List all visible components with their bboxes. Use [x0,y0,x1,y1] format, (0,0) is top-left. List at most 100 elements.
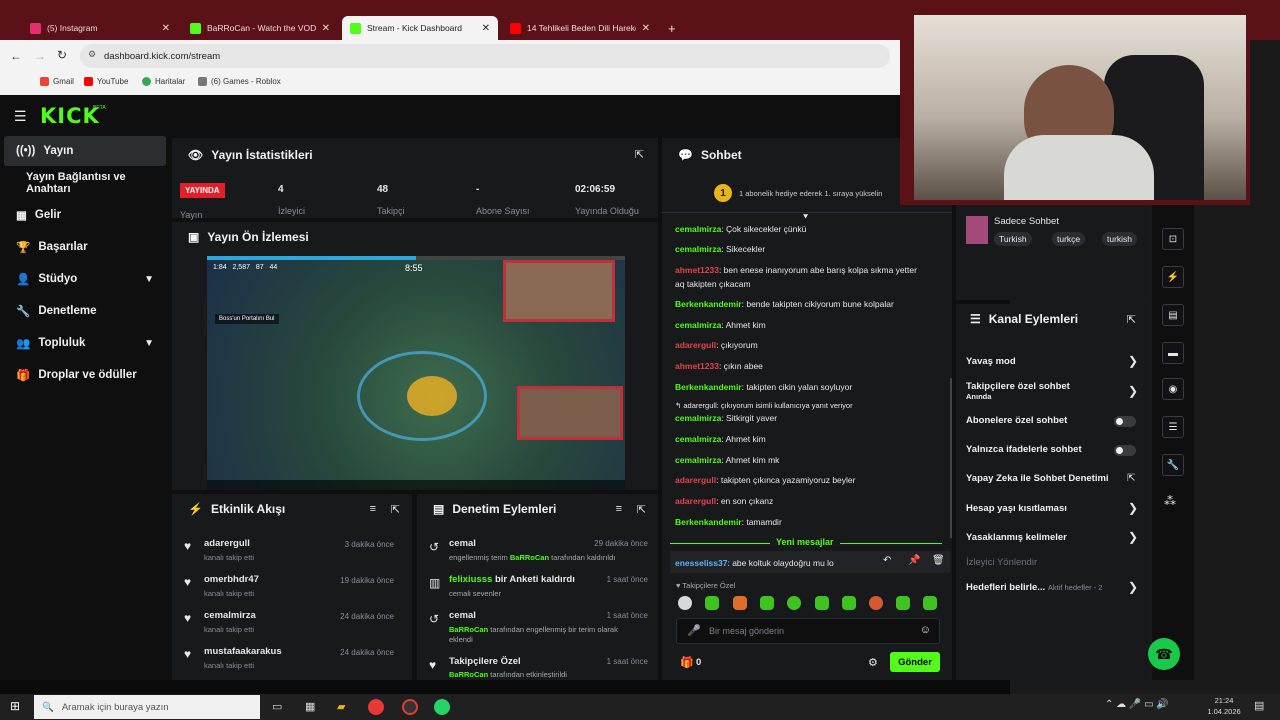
feed-user[interactable]: cemalmirza [204,610,256,621]
popout-icon[interactable]: ⇱ [635,148,644,161]
feed-user[interactable]: mustafaakarakus [204,646,282,657]
tag-chip[interactable]: Turkish [994,232,1032,246]
chat-user[interactable]: Berkenkandemir [675,382,742,392]
emote-icon[interactable] [705,596,719,610]
new-tab-button[interactable]: + [660,16,680,40]
emote-icon[interactable] [815,596,829,610]
chat-user[interactable]: Berkenkandemir [675,299,742,309]
filter-icon[interactable]: ≡ [370,503,376,515]
tag-chip[interactable]: turkish [1102,232,1138,246]
popout-icon[interactable]: ⇱ [391,503,400,516]
apps-icon[interactable]: ⁂ [1164,494,1176,508]
emote-icon[interactable] [896,596,910,610]
chat-scrollbar[interactable] [950,378,952,538]
bookmark-youtube[interactable]: YouTube [84,77,128,86]
chevron-right-icon[interactable]: ❯ [1128,354,1138,368]
bookmark-roblox[interactable]: (6) Games - Roblox [198,77,281,86]
sidebar-item-denetleme[interactable]: 🔧 Denetleme [4,296,166,326]
emote-icon[interactable] [787,596,801,610]
bookmark-maps[interactable]: Haritalar [142,77,185,86]
windows-start-icon[interactable]: ⊞ [10,699,20,713]
chat-user[interactable]: cemalmirza [675,434,721,444]
chat-user[interactable]: cemalmirza [675,413,721,423]
emote-icon[interactable] [923,596,937,610]
chat-user[interactable]: Berkenkandemir [675,517,742,527]
emoji-icon[interactable]: ☺ [920,624,931,636]
pinned-banner[interactable]: 1 abonelik hediye ederek 1. sıraya yükse… [739,189,882,198]
wrench-icon[interactable]: 🔧 [1162,454,1184,476]
sidebar-item-droplar[interactable]: 🎁 Droplar ve ödüller [4,360,166,390]
video-controls[interactable] [207,480,625,490]
chat-user[interactable]: ahmet1233 [675,265,719,275]
chat-user[interactable]: adarergull [675,475,716,485]
emote-icon[interactable] [842,596,856,610]
camera-icon[interactable]: ⊡ [1162,228,1184,250]
chevron-right-icon[interactable]: ❯ [1128,580,1138,594]
kick-logo[interactable]: KICK [40,104,100,128]
tab-youtube[interactable]: 14 Tehlikeli Beden Dili Hareketi ✕ [502,16,658,40]
chrome-icon[interactable] [368,699,384,715]
chat-user[interactable]: cemalmirza [675,224,721,234]
sidebar-item-gelir[interactable]: ▦ Gelir [4,200,166,230]
external-link-icon[interactable]: ⇱ [1127,473,1135,484]
tray-icons[interactable]: ⌃ ☁ 🎤 ▭ 🔊 [1105,699,1169,710]
list-icon[interactable]: ☰ [1162,416,1184,438]
gift-icon[interactable]: 🎁 [680,656,694,669]
chat-user[interactable]: adarergull [675,496,716,506]
action-account-age[interactable]: Hesap yaşı kısıtlaması [966,503,1136,514]
close-icon[interactable]: ✕ [642,23,650,34]
sidebar-item-basarilar[interactable]: 🏆 Başarılar [4,232,166,262]
action-slow-mode[interactable]: Yavaş mod [966,356,1136,367]
broadcast-icon[interactable]: ◉ [1162,378,1184,400]
sidebar-item-stream-key[interactable]: Yayın Bağlantısı ve Anahtarı [4,168,166,198]
emote-icon[interactable] [733,596,747,610]
tab-vod[interactable]: BaRRoCan - Watch the VOD on ✕ [182,16,338,40]
taskbar-search[interactable]: 🔍 Aramak için buraya yazın [34,695,260,719]
chat-input[interactable]: 🎤 Bir mesaj gönderin ☺ [676,618,940,644]
feed-user[interactable]: adarergull [204,538,250,549]
forward-icon[interactable]: → [34,49,46,63]
notification-icon[interactable]: ▤ [1254,699,1264,712]
clock-time[interactable]: 21:24 [1206,696,1242,705]
chat-user[interactable]: cemalmirza [675,455,721,465]
sidebar-item-topluluk[interactable]: 👥 Topluluk ▼ [4,328,166,358]
document-icon[interactable]: ▤ [1162,304,1184,326]
reply-icon[interactable]: ↶ [883,555,891,566]
tab-instagram[interactable]: (5) Instagram ✕ [22,16,178,40]
whatsapp-icon[interactable] [434,699,450,715]
chevron-down-icon[interactable]: ⯆ [802,212,809,223]
bookmark-gmail[interactable]: Gmail [40,77,74,86]
close-icon[interactable]: ✕ [482,23,490,34]
stream-preview-video[interactable]: 1:84 2,587 87 44 8:55 Boss'un Portalını … [207,256,625,490]
recorder-icon[interactable] [402,699,418,715]
emote-only-toggle[interactable] [1114,445,1136,456]
send-button[interactable]: Gönder [890,652,940,672]
chat-bubble-icon[interactable]: ▬ [1162,342,1184,364]
action-banned-words[interactable]: Yasaklanmış kelimeler [966,532,1136,543]
menu-icon[interactable]: ☰ [14,108,27,125]
tag-chip[interactable]: turkçe [1052,232,1086,246]
support-icon[interactable]: ☎ [1148,638,1180,670]
popout-icon[interactable]: ⇱ [637,503,646,516]
chat-user[interactable]: cemalmirza [675,244,721,254]
subs-only-toggle[interactable] [1114,416,1136,427]
chat-user[interactable]: adarergull [675,340,716,350]
clock-date[interactable]: 1.04.2026 [1200,707,1248,716]
filter-icon[interactable]: ≡ [616,503,622,515]
back-icon[interactable]: ← [10,49,22,63]
chat-user[interactable]: ahmet1233 [675,361,719,371]
folder-icon[interactable]: ▰ [337,700,345,713]
emote-icon[interactable] [678,596,692,610]
microphone-icon[interactable]: 🎤 [687,624,701,637]
store-icon[interactable]: ▦ [305,700,315,713]
emote-icon[interactable] [869,596,883,610]
tab-dashboard[interactable]: Stream - Kick Dashboard ✕ [342,16,498,40]
feed-user[interactable]: omerbhdr47 [204,574,259,585]
trash-icon[interactable]: 🗑 [932,555,945,566]
chat-user[interactable]: enesseliss37 [675,558,727,568]
chat-user[interactable]: cemalmirza [675,320,721,330]
sidebar-item-yayin[interactable]: ((•)) Yayın [4,136,166,166]
new-messages-label[interactable]: Yeni mesajlar [770,537,840,547]
task-view-icon[interactable]: ▭ [272,700,282,713]
chevron-right-icon[interactable]: ❯ [1128,501,1138,515]
